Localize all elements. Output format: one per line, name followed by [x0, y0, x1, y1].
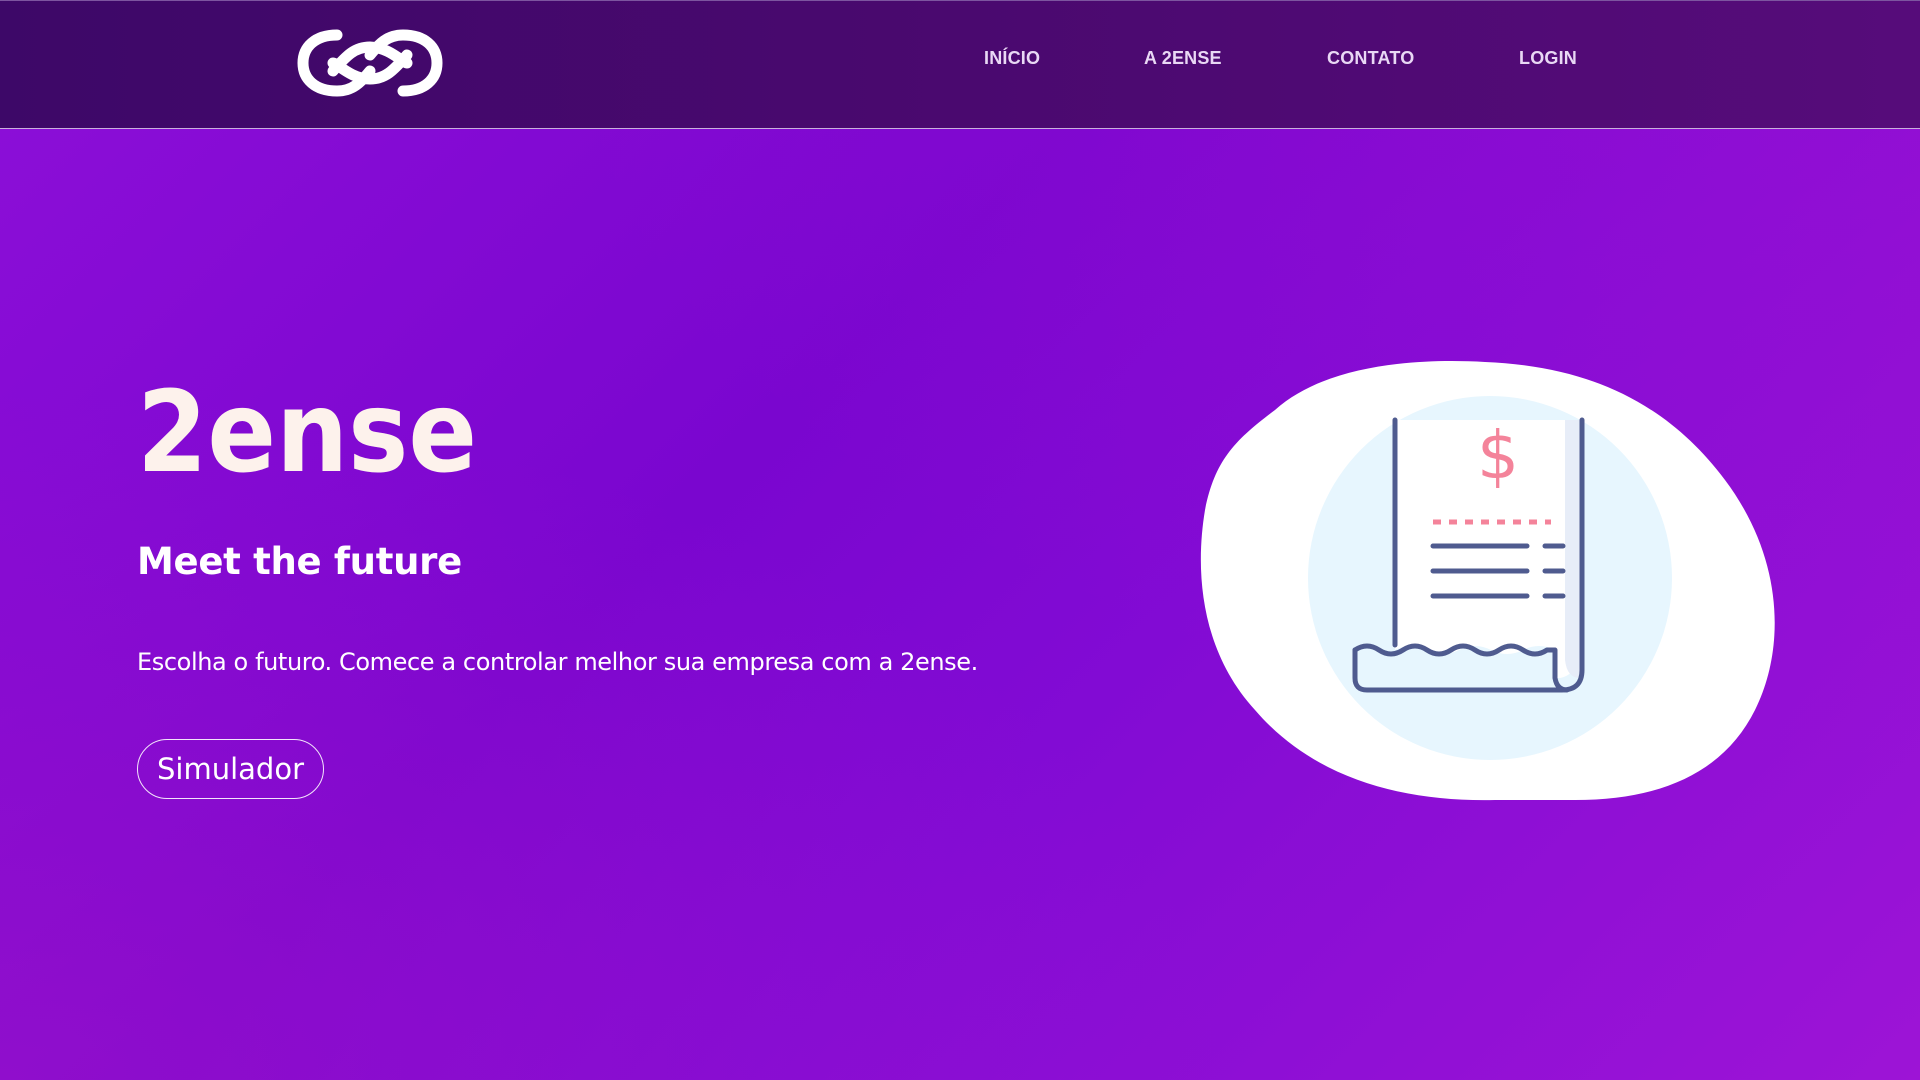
hero-description: Escolha o futuro. Comece a controlar mel…	[137, 648, 978, 676]
receipt-illustration: $	[1195, 360, 1785, 802]
brand-title: 2ense	[137, 380, 482, 480]
simulator-button[interactable]: Simulador	[137, 739, 324, 799]
main-nav: INÍCIO A 2ENSE CONTATO LOGIN	[0, 48, 1920, 70]
brand-title-text: 2ense	[137, 380, 477, 480]
nav-link-contato[interactable]: CONTATO	[1327, 48, 1414, 69]
nav-link-inicio[interactable]: INÍCIO	[984, 48, 1040, 69]
top-navbar: INÍCIO A 2ENSE CONTATO LOGIN	[0, 0, 1920, 129]
tagline: Meet the future	[137, 540, 462, 583]
dollar-sign-icon: $	[1477, 417, 1519, 494]
nav-link-login[interactable]: LOGIN	[1519, 48, 1577, 69]
nav-link-a-2ense[interactable]: A 2ENSE	[1144, 48, 1222, 69]
